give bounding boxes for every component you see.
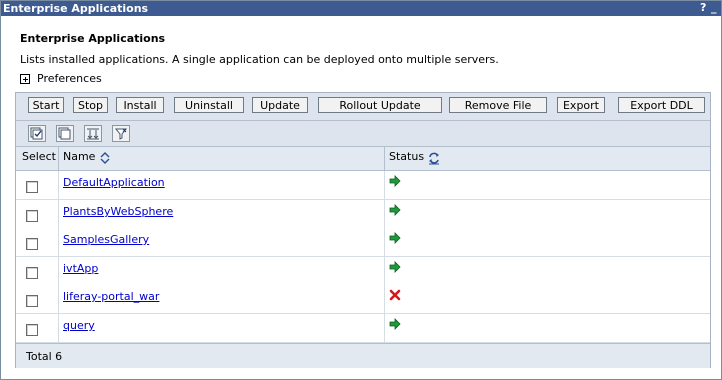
page-description: Lists installed applications. A single a… bbox=[20, 53, 499, 66]
row-select-checkbox[interactable] bbox=[26, 324, 38, 336]
stop-button[interactable]: Stop bbox=[73, 97, 108, 113]
preferences-label[interactable]: Preferences bbox=[37, 72, 102, 85]
column-divider bbox=[384, 171, 385, 199]
export-button[interactable]: Export bbox=[557, 97, 605, 113]
row-select-checkbox[interactable] bbox=[26, 295, 38, 307]
select-column-header: Select bbox=[22, 150, 56, 163]
stopped-status-icon bbox=[389, 289, 401, 301]
column-divider bbox=[384, 200, 385, 228]
table-row: SamplesGallery bbox=[16, 228, 710, 257]
install-button[interactable]: Install bbox=[116, 97, 164, 113]
uninstall-button[interactable]: Uninstall bbox=[174, 97, 244, 113]
table-row: query bbox=[16, 314, 710, 343]
table-icon-bar bbox=[16, 121, 710, 147]
application-link[interactable]: DefaultApplication bbox=[63, 176, 165, 189]
column-divider bbox=[58, 200, 59, 228]
column-divider bbox=[384, 257, 385, 285]
started-status-icon bbox=[389, 232, 401, 244]
column-divider bbox=[58, 257, 59, 285]
minimize-icon[interactable]: _ bbox=[711, 1, 717, 15]
action-button-bar: Start Stop Install Uninstall Update Roll… bbox=[16, 93, 710, 121]
update-button[interactable]: Update bbox=[252, 97, 308, 113]
application-link[interactable]: query bbox=[63, 319, 95, 332]
started-status-icon bbox=[389, 204, 401, 216]
export-ddl-button[interactable]: Export DDL bbox=[618, 97, 705, 113]
applications-collection-table: Start Stop Install Uninstall Update Roll… bbox=[15, 92, 711, 368]
clear-filter-icon[interactable] bbox=[112, 125, 130, 142]
column-divider bbox=[384, 285, 385, 313]
column-divider bbox=[58, 285, 59, 313]
row-select-checkbox[interactable] bbox=[26, 267, 38, 279]
start-button[interactable]: Start bbox=[28, 97, 64, 113]
column-divider bbox=[384, 228, 385, 256]
sort-icon[interactable] bbox=[100, 152, 110, 167]
remove-file-button[interactable]: Remove File bbox=[449, 97, 547, 113]
show-filter-icon[interactable] bbox=[84, 125, 102, 142]
column-divider bbox=[384, 314, 385, 342]
row-select-checkbox[interactable] bbox=[26, 238, 38, 250]
enterprise-applications-portlet: Enterprise Applications ? _ Enterprise A… bbox=[0, 0, 722, 380]
started-status-icon bbox=[389, 261, 401, 273]
column-divider bbox=[58, 314, 59, 342]
application-link[interactable]: liferay-portal_war bbox=[63, 290, 159, 303]
expand-plus-icon[interactable] bbox=[20, 74, 30, 84]
table-row: ivtApp bbox=[16, 257, 710, 286]
column-divider bbox=[58, 147, 59, 170]
application-link[interactable]: ivtApp bbox=[63, 262, 98, 275]
column-divider bbox=[58, 228, 59, 256]
page-heading: Enterprise Applications bbox=[20, 32, 166, 45]
row-select-checkbox[interactable] bbox=[26, 210, 38, 222]
deselect-all-icon[interactable] bbox=[56, 125, 74, 142]
row-select-checkbox[interactable] bbox=[26, 181, 38, 193]
table-row: DefaultApplication bbox=[16, 171, 710, 200]
started-status-icon bbox=[389, 175, 401, 187]
status-column-header: Status bbox=[389, 150, 425, 163]
total-count: Total 6 bbox=[26, 350, 63, 363]
rollout-update-button[interactable]: Rollout Update bbox=[318, 97, 442, 113]
help-icon[interactable]: ? bbox=[700, 1, 706, 15]
portlet-title: Enterprise Applications bbox=[3, 2, 149, 15]
started-status-icon bbox=[389, 318, 401, 330]
name-column-header[interactable]: Name bbox=[63, 147, 95, 170]
column-divider bbox=[384, 147, 385, 170]
application-link[interactable]: SamplesGallery bbox=[63, 233, 149, 246]
portlet-titlebar: Enterprise Applications ? _ bbox=[1, 1, 721, 16]
column-divider bbox=[58, 171, 59, 199]
application-link[interactable]: PlantsByWebSphere bbox=[63, 205, 173, 218]
table-header: Select Name Status bbox=[16, 147, 710, 171]
table-row: liferay-portal_war bbox=[16, 285, 710, 314]
select-all-icon[interactable] bbox=[28, 125, 46, 142]
table-footer: Total 6 bbox=[16, 343, 710, 368]
refresh-icon[interactable] bbox=[427, 151, 441, 168]
table-row: PlantsByWebSphere bbox=[16, 200, 710, 229]
